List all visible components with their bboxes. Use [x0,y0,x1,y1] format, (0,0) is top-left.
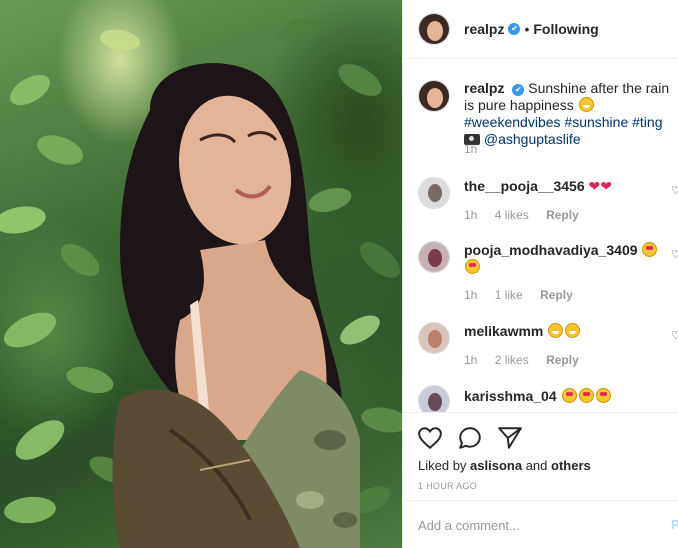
comment-likes[interactable]: 1 like [495,288,523,302]
avatar-image [419,386,449,412]
grinning-emoji-icon [565,323,581,338]
author-avatar[interactable] [418,13,450,45]
comment-username[interactable]: karisshma_04 [464,388,557,404]
comment-likes[interactable]: 2 likes [495,353,529,367]
comment-time[interactable]: 1h [464,208,477,222]
liked-by-and: and [525,458,548,473]
post-timestamp[interactable]: 1 HOUR AGO [418,481,477,491]
verified-badge-icon: ✔ [512,84,525,96]
avatar-image [419,14,449,44]
avatar-image [419,323,449,353]
comment-meta: 1h 2 likes Reply [464,353,593,367]
liked-by-line: Liked by aslisona and others [418,458,591,473]
comment-avatar[interactable] [418,385,450,412]
liked-by-others-link[interactable]: others [551,458,591,473]
reply-button[interactable]: Reply [540,288,573,302]
caption-meta: 1h [464,142,491,156]
caption-username[interactable]: realpz [464,80,504,96]
header-separator: • [524,21,530,37]
comment-avatar[interactable] [418,177,450,209]
comment-username[interactable]: pooja_modhavadiya_3409 [464,242,638,258]
heart-icon[interactable] [417,425,443,451]
comment-username[interactable]: melikawmm [464,323,543,339]
heart-eyes-emoji-icon [578,388,594,403]
caption-avatar[interactable] [418,80,450,112]
heart-eyes-emoji-icon [465,259,480,274]
comment-like-heart-icon[interactable]: ♡ [671,249,678,261]
avatar-image [419,81,449,111]
comment-input[interactable] [418,513,658,537]
comment-avatar[interactable] [418,241,450,273]
comment-text: the__pooja__3456 ❤❤ [464,178,676,195]
grinning-emoji-icon [548,323,564,338]
liked-by-prefix: Liked by [418,458,467,473]
comment-text: melikawmm [464,323,676,340]
verified-badge-icon: ✔ [508,23,521,35]
hashtag-link[interactable]: #sunshine [564,114,628,130]
liked-by-user[interactable]: aslisona [470,458,522,473]
grinning-emoji-icon [578,97,594,112]
mention-link[interactable]: @ashguptaslife [484,131,581,147]
reply-button[interactable]: Reply [546,353,579,367]
reply-button[interactable]: Reply [546,208,579,222]
comment-like-heart-icon[interactable]: ♡ [671,185,678,197]
post-actions: Liked by aslisona and others 1 HOUR AGO [403,412,678,500]
hashtag-link[interactable]: #ting [632,114,662,130]
caption-time[interactable]: 1h [464,142,477,156]
comment-likes[interactable]: 4 likes [495,208,529,222]
comment-icon[interactable] [457,425,483,451]
comment-username[interactable]: the__pooja__3456 [464,178,585,194]
comment-text: karisshma_04 [464,388,676,405]
comments-list[interactable]: realpz ✔ Sunshine after the rain is pure… [403,60,678,412]
comment-text: pooja_modhavadiya_3409 [464,242,676,276]
comment-avatar[interactable] [418,322,450,354]
author-username[interactable]: realpz [464,21,504,37]
post-photo[interactable] [0,0,402,548]
instagram-post: realpz ✔ • Following realpz ✔ Sunshine a… [0,0,678,548]
hashtag-link[interactable]: #weekendvibes [464,114,561,130]
avatar-image [419,178,449,208]
comment-meta: 1h 1 like Reply [464,288,587,302]
add-comment-bar: P [403,500,678,548]
photo-illustration [0,17,402,548]
comment-like-heart-icon[interactable]: ♡ [671,330,678,342]
heart-eyes-emoji-icon [595,388,611,403]
comment-time[interactable]: 1h [464,353,477,367]
comment-time[interactable]: 1h [464,288,477,302]
heart-eyes-emoji-icon [561,388,577,403]
caption-text: realpz ✔ Sunshine after the rain is pure… [464,80,676,148]
share-icon[interactable] [497,425,523,451]
heart-eyes-emoji-icon [642,242,658,257]
post-side-panel: realpz ✔ • Following realpz ✔ Sunshine a… [402,0,678,548]
comment-meta: 1h 4 likes Reply [464,208,593,222]
red-heart-emoji-icon: ❤ [600,178,612,194]
avatar-image [419,242,449,272]
red-heart-emoji-icon: ❤ [588,178,601,194]
post-header: realpz ✔ • Following [403,0,678,59]
follow-status-button[interactable]: Following [533,21,598,37]
post-comment-button[interactable]: P [671,517,678,532]
action-icons [417,425,523,451]
